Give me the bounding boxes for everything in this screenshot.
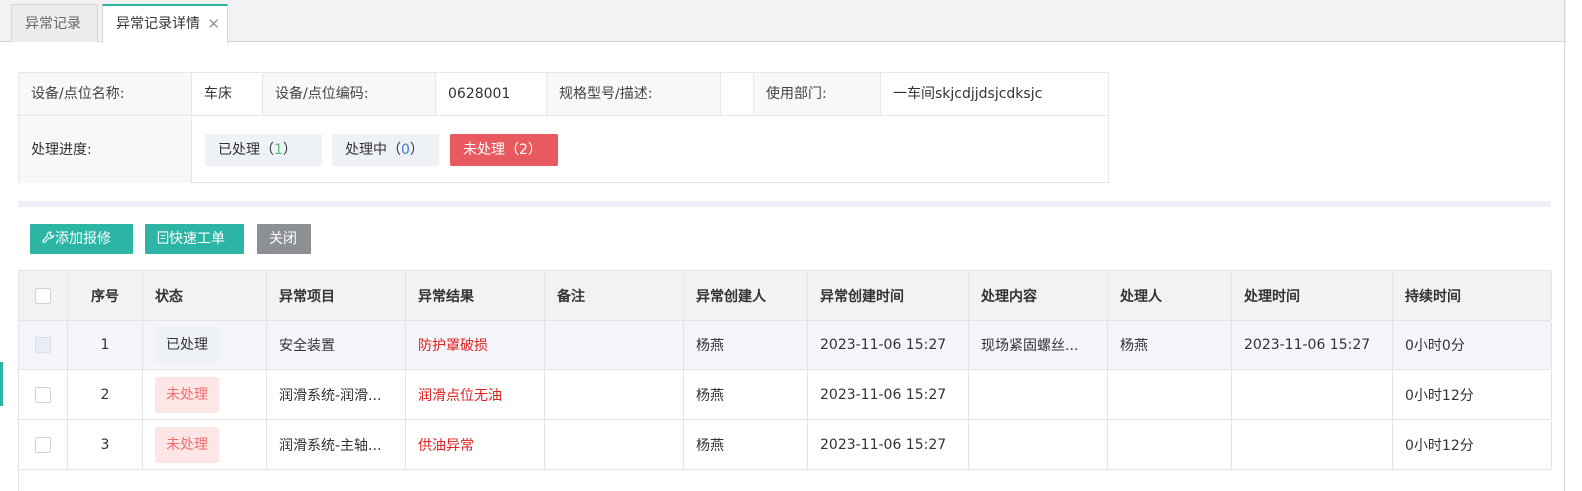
- close-label: 关闭: [269, 231, 297, 247]
- add-repair-label: 添加报修: [55, 231, 111, 247]
- header-checkbox-cell: [19, 271, 68, 320]
- frame-edge: [1564, 0, 1565, 491]
- tab-exception-detail[interactable]: 异常记录详情 ✕: [102, 4, 228, 43]
- cell-creator: 杨燕: [684, 420, 808, 469]
- cell-handled-time: 2023-11-06 15:27: [1232, 321, 1393, 369]
- progress-label: 处理进度:: [19, 117, 192, 183]
- progress-row: 处理进度: 已处理（1） 处理中（0） 未处理（2）: [19, 117, 1108, 183]
- cell-no: 1: [68, 321, 143, 369]
- info-row: 设备/点位名称: 车床 设备/点位编码: 0628001 规格型号/描述: 使用…: [19, 73, 1108, 116]
- cell-handled-time: [1232, 420, 1393, 469]
- progress-done-label: 已处理: [218, 142, 260, 158]
- close-button[interactable]: 关闭: [257, 224, 311, 254]
- row-checkbox[interactable]: [35, 386, 51, 403]
- dept-label: 使用部门:: [754, 73, 881, 115]
- cell-status: 未处理: [143, 420, 267, 469]
- exception-table: 序号 状态 异常项目 异常结果 备注 异常创建人 异常创建时间 处理内容 处理人…: [18, 270, 1552, 491]
- row-checkbox-cell: [19, 321, 68, 369]
- spec-label: 规格型号/描述:: [547, 73, 721, 115]
- cell-item: 润滑系统-主轴...: [267, 420, 406, 469]
- tab-label: 异常记录详情: [116, 16, 200, 32]
- header-handler[interactable]: 处理人: [1108, 271, 1232, 320]
- cell-status: 未处理: [143, 370, 267, 419]
- progress-pending-button[interactable]: 未处理（2）: [450, 134, 558, 166]
- status-badge: 未处理: [155, 426, 219, 463]
- tab-label: 异常记录: [25, 16, 81, 32]
- cell-creator: 杨燕: [684, 370, 808, 419]
- cell-content: [969, 370, 1108, 419]
- add-repair-button[interactable]: 添加报修: [30, 224, 133, 254]
- cell-duration: 0小时0分: [1393, 321, 1552, 369]
- cell-remark: [545, 370, 684, 419]
- header-creator[interactable]: 异常创建人: [684, 271, 808, 320]
- edge-marker: [0, 362, 3, 406]
- quick-work-order-button[interactable]: 快速工单: [145, 224, 244, 254]
- cell-item: 润滑系统-润滑...: [267, 370, 406, 419]
- cell-remark: [545, 321, 684, 369]
- device-code-label: 设备/点位编码:: [263, 73, 436, 115]
- row-checkbox[interactable]: [35, 436, 51, 453]
- row-checkbox-cell: [19, 370, 68, 419]
- cell-content: 现场紧固螺丝...: [969, 321, 1108, 369]
- progress-inprogress-label: 处理中: [345, 142, 387, 158]
- spec-value: [721, 73, 754, 115]
- cell-handled-time: [1232, 370, 1393, 419]
- header-status[interactable]: 状态: [143, 271, 267, 320]
- row-checkbox[interactable]: [35, 337, 51, 353]
- section-divider: [18, 201, 1551, 207]
- header-duration[interactable]: 持续时间: [1393, 271, 1552, 320]
- status-badge: 已处理: [155, 327, 219, 363]
- cell-handler: [1108, 370, 1232, 419]
- status-badge: 未处理: [155, 376, 219, 413]
- table-row[interactable]: 2 未处理 润滑系统-润滑... 润滑点位无油 杨燕 2023-11-06 15…: [19, 370, 1552, 420]
- header-handled-time[interactable]: 处理时间: [1232, 271, 1393, 320]
- cell-handler: 杨燕: [1108, 321, 1232, 369]
- device-info-panel: 设备/点位名称: 车床 设备/点位编码: 0628001 规格型号/描述: 使用…: [18, 72, 1109, 183]
- header-created-time[interactable]: 异常创建时间: [808, 271, 969, 320]
- cell-created-time: 2023-11-06 15:27: [808, 321, 969, 369]
- cell-status: 已处理: [143, 321, 267, 369]
- tab-bar: 异常记录 异常记录详情 ✕: [0, 0, 1566, 43]
- progress-inprogress-button[interactable]: 处理中（0）: [332, 134, 439, 166]
- row-checkbox-cell: [19, 420, 68, 469]
- header-no[interactable]: 序号: [68, 271, 143, 320]
- cell-result: 供油异常: [406, 420, 545, 469]
- progress-pending-label: 未处理: [463, 142, 505, 158]
- close-icon[interactable]: ✕: [207, 6, 220, 42]
- cell-result: 防护罩破损: [406, 321, 545, 369]
- cell-remark: [545, 420, 684, 469]
- progress-inprogress-count: 0: [401, 142, 410, 158]
- cell-content: [969, 420, 1108, 469]
- select-all-checkbox[interactable]: [35, 287, 51, 304]
- device-name-label: 设备/点位名称:: [19, 73, 192, 115]
- header-result[interactable]: 异常结果: [406, 271, 545, 320]
- cell-created-time: 2023-11-06 15:27: [808, 370, 969, 419]
- header-content[interactable]: 处理内容: [969, 271, 1108, 320]
- cell-created-time: 2023-11-06 15:27: [808, 420, 969, 469]
- header-remark[interactable]: 备注: [545, 271, 684, 320]
- wrench-icon: [42, 231, 55, 243]
- device-code-value: 0628001: [436, 73, 547, 115]
- table-header: 序号 状态 异常项目 异常结果 备注 异常创建人 异常创建时间 处理内容 处理人…: [19, 271, 1552, 321]
- cell-item: 安全装置: [267, 321, 406, 369]
- device-name-value: 车床: [192, 73, 263, 115]
- quick-work-order-label: 快速工单: [169, 231, 225, 247]
- cell-duration: 0小时12分: [1393, 370, 1552, 419]
- header-item[interactable]: 异常项目: [267, 271, 406, 320]
- cell-no: 3: [68, 420, 143, 469]
- table-row[interactable]: 3 未处理 润滑系统-主轴... 供油异常 杨燕 2023-11-06 15:2…: [19, 420, 1552, 470]
- progress-done-count: 1: [274, 142, 283, 158]
- progress-done-button[interactable]: 已处理（1）: [205, 134, 322, 166]
- table-row[interactable]: 1 已处理 安全装置 防护罩破损 杨燕 2023-11-06 15:27 现场紧…: [19, 321, 1552, 370]
- document-icon: [157, 231, 169, 244]
- tab-exception-records[interactable]: 异常记录: [11, 4, 98, 42]
- cell-creator: 杨燕: [684, 321, 808, 369]
- cell-no: 2: [68, 370, 143, 419]
- cell-duration: 0小时12分: [1393, 420, 1552, 469]
- cell-result: 润滑点位无油: [406, 370, 545, 419]
- dept-value: 一车间skjcdjjdsjcdksjc: [893, 86, 1043, 102]
- cell-handler: [1108, 420, 1232, 469]
- progress-pending-count: 2: [519, 142, 528, 158]
